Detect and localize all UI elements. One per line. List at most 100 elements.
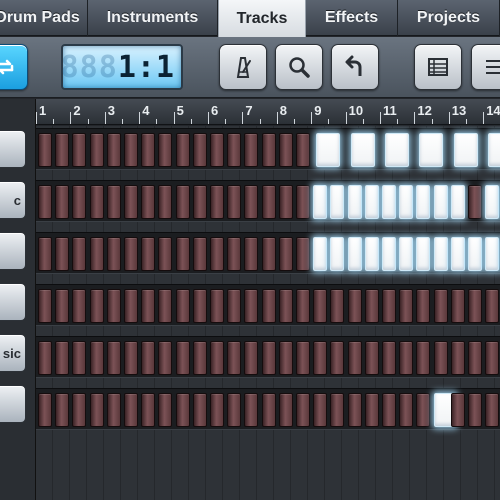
step-cell-on[interactable] bbox=[399, 237, 414, 271]
step-cell[interactable] bbox=[210, 185, 224, 219]
step-cell[interactable] bbox=[244, 289, 259, 323]
step-cell[interactable] bbox=[158, 289, 173, 323]
step-cell[interactable] bbox=[382, 393, 396, 427]
track-button-6[interactable] bbox=[0, 385, 26, 423]
step-cell[interactable] bbox=[278, 393, 293, 427]
step-cell[interactable] bbox=[227, 237, 242, 271]
step-cell[interactable] bbox=[433, 289, 448, 323]
step-cell[interactable] bbox=[296, 393, 310, 427]
step-cell[interactable] bbox=[450, 393, 465, 427]
step-cell[interactable] bbox=[106, 289, 121, 323]
step-cell[interactable] bbox=[227, 341, 242, 375]
step-cell[interactable] bbox=[278, 341, 293, 375]
step-cell[interactable] bbox=[468, 185, 482, 219]
step-cell[interactable] bbox=[106, 133, 121, 167]
step-cell-on[interactable] bbox=[382, 237, 396, 271]
step-cell[interactable] bbox=[175, 185, 190, 219]
step-cell[interactable] bbox=[89, 237, 104, 271]
step-cell-on[interactable] bbox=[313, 237, 328, 271]
tab-drum-pads[interactable]: Drum Pads bbox=[0, 0, 88, 36]
step-cell[interactable] bbox=[330, 289, 345, 323]
step-cell[interactable] bbox=[89, 185, 104, 219]
menu-button[interactable] bbox=[471, 44, 500, 90]
step-cell[interactable] bbox=[485, 289, 500, 323]
step-cell[interactable] bbox=[158, 185, 173, 219]
tab-effects[interactable]: Effects bbox=[306, 0, 398, 36]
step-cell[interactable] bbox=[72, 393, 87, 427]
step-cell[interactable] bbox=[364, 341, 379, 375]
step-cell-on[interactable] bbox=[399, 185, 414, 219]
mixer-button[interactable] bbox=[414, 44, 462, 90]
step-cell[interactable] bbox=[278, 289, 293, 323]
step-cell-on[interactable] bbox=[450, 237, 465, 271]
step-cell-on[interactable] bbox=[488, 133, 500, 167]
step-cell-on[interactable] bbox=[416, 185, 431, 219]
zoom-button[interactable] bbox=[275, 44, 323, 90]
step-cell[interactable] bbox=[175, 341, 190, 375]
step-cell[interactable] bbox=[175, 133, 190, 167]
step-cell[interactable] bbox=[55, 185, 70, 219]
step-cell[interactable] bbox=[278, 237, 293, 271]
step-cell[interactable] bbox=[227, 133, 242, 167]
step-cell[interactable] bbox=[38, 237, 52, 271]
step-cell-on[interactable] bbox=[330, 237, 345, 271]
step-cell[interactable] bbox=[55, 133, 70, 167]
step-cell[interactable] bbox=[55, 393, 70, 427]
step-cell[interactable] bbox=[227, 289, 242, 323]
step-cell-on[interactable] bbox=[485, 237, 500, 271]
step-cell[interactable] bbox=[89, 133, 104, 167]
step-cell[interactable] bbox=[244, 341, 259, 375]
step-cell-on[interactable] bbox=[419, 133, 444, 167]
step-cell[interactable] bbox=[261, 289, 276, 323]
loop-button[interactable] bbox=[0, 44, 28, 90]
step-cell[interactable] bbox=[210, 289, 224, 323]
step-cell[interactable] bbox=[141, 341, 156, 375]
step-cell[interactable] bbox=[296, 341, 310, 375]
step-cell[interactable] bbox=[158, 341, 173, 375]
step-cell[interactable] bbox=[38, 393, 52, 427]
step-cell[interactable] bbox=[141, 185, 156, 219]
step-cell-on[interactable] bbox=[347, 185, 362, 219]
step-cell[interactable] bbox=[141, 133, 156, 167]
step-cell[interactable] bbox=[158, 393, 173, 427]
step-cell[interactable] bbox=[210, 133, 224, 167]
step-cell[interactable] bbox=[261, 237, 276, 271]
step-cell[interactable] bbox=[399, 289, 414, 323]
step-cell[interactable] bbox=[55, 289, 70, 323]
step-cell-on[interactable] bbox=[416, 237, 431, 271]
step-cell[interactable] bbox=[192, 289, 207, 323]
step-cell[interactable] bbox=[468, 393, 482, 427]
step-cell[interactable] bbox=[55, 237, 70, 271]
step-cell[interactable] bbox=[347, 393, 362, 427]
step-cell[interactable] bbox=[261, 393, 276, 427]
step-cell-on[interactable] bbox=[364, 185, 379, 219]
step-cell[interactable] bbox=[296, 185, 310, 219]
step-cell[interactable] bbox=[261, 133, 276, 167]
step-cell[interactable] bbox=[72, 185, 87, 219]
step-cell[interactable] bbox=[124, 185, 138, 219]
step-cell-on[interactable] bbox=[453, 133, 478, 167]
step-cell[interactable] bbox=[347, 289, 362, 323]
step-cell[interactable] bbox=[330, 341, 345, 375]
step-cell-on[interactable] bbox=[347, 237, 362, 271]
step-cell[interactable] bbox=[72, 237, 87, 271]
step-cell[interactable] bbox=[244, 237, 259, 271]
step-cell[interactable] bbox=[261, 185, 276, 219]
step-cell-on[interactable] bbox=[385, 133, 409, 167]
step-cell[interactable] bbox=[244, 393, 259, 427]
step-cell[interactable] bbox=[244, 133, 259, 167]
step-cell[interactable] bbox=[38, 185, 52, 219]
track-button-5[interactable]: sic bbox=[0, 334, 26, 372]
step-cell[interactable] bbox=[364, 393, 379, 427]
step-cell[interactable] bbox=[313, 341, 328, 375]
track-button-2[interactable]: c bbox=[0, 181, 26, 219]
step-cell[interactable] bbox=[175, 237, 190, 271]
step-cell[interactable] bbox=[106, 341, 121, 375]
step-cell[interactable] bbox=[124, 289, 138, 323]
step-cell-on[interactable] bbox=[450, 185, 465, 219]
step-cell-on[interactable] bbox=[382, 185, 396, 219]
step-cell[interactable] bbox=[382, 341, 396, 375]
step-cell[interactable] bbox=[141, 237, 156, 271]
step-cell[interactable] bbox=[192, 185, 207, 219]
step-cell[interactable] bbox=[106, 237, 121, 271]
